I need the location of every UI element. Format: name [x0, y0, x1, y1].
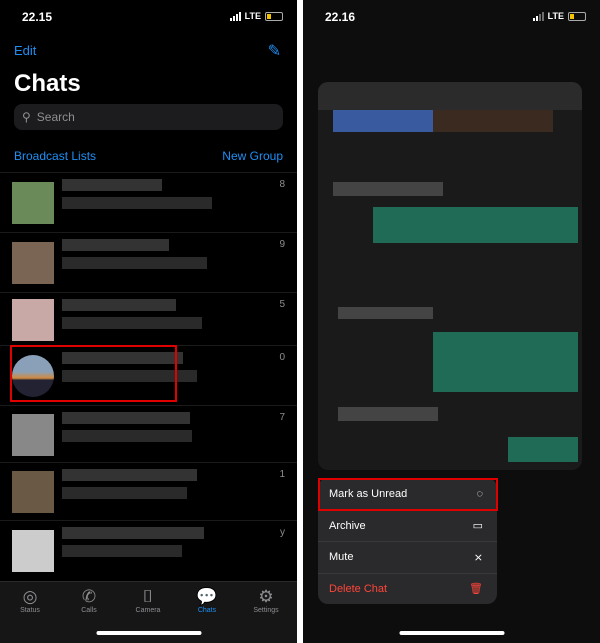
chat-preview-pixelated: [62, 430, 192, 442]
edit-button[interactable]: Edit: [14, 43, 36, 58]
avatar: [12, 530, 54, 572]
selection-highlight: [318, 478, 498, 511]
battery-icon: [568, 11, 586, 21]
chat-preview-pixelated: [62, 487, 187, 499]
menu-item-label: Delete Chat: [329, 582, 388, 595]
tab-bar: ◎ Status ✆ Calls ⌷ Camera 💬 Chats ⚙ Settings: [0, 581, 297, 643]
status-icons: LTE: [229, 11, 283, 21]
tab-calls[interactable]: ✆ Calls: [64, 587, 114, 614]
menu-item-mute[interactable]: Mute ⨯: [318, 541, 497, 573]
page-title: Chats: [14, 70, 81, 97]
menu-item-label: Mute: [329, 551, 354, 564]
chat-name-pixelated: [62, 179, 162, 191]
battery-icon: [265, 11, 283, 21]
chat-timestamp: 0: [279, 352, 285, 363]
tab-camera[interactable]: ⌷ Camera: [123, 587, 173, 614]
new-group-link[interactable]: New Group: [222, 149, 283, 163]
avatar: [12, 182, 54, 224]
home-indicator: [399, 631, 504, 635]
selection-highlight: [10, 345, 177, 402]
signal-icon: [229, 11, 241, 21]
tab-chats[interactable]: 💬 Chats: [182, 587, 232, 614]
mute-icon: ⨯: [473, 551, 483, 564]
status-time: 22.16: [325, 10, 356, 24]
avatar: [12, 242, 54, 284]
gear-icon: ⚙: [258, 587, 274, 606]
right-phone-screen: 22.16 LTE Mark as Unread ◌ Archive ▭ Mute ⨯ De…: [303, 0, 600, 643]
search-icon: ⚲: [22, 110, 31, 124]
chat-timestamp: 7: [279, 412, 285, 423]
tab-label: Camera: [135, 607, 161, 614]
network-label: LTE: [547, 11, 564, 21]
search-placeholder: Search: [36, 110, 75, 124]
menu-item-label: Archive: [329, 519, 366, 532]
menu-item-archive[interactable]: Archive ▭: [318, 509, 497, 542]
chat-name-pixelated: [62, 412, 190, 424]
chat-name-pixelated: [62, 299, 176, 311]
left-phone-screen: 22.15 LTE Edit ✎ Chats ⚲ Search Broadcast…: [0, 0, 297, 643]
tab-label: Settings: [253, 607, 279, 614]
avatar: [12, 413, 54, 456]
chat-timestamp: 1: [279, 469, 285, 480]
chat-preview: [318, 82, 582, 470]
status-time: 22.15: [22, 10, 53, 24]
chat-timestamp: 5: [279, 299, 285, 310]
avatar: [12, 298, 54, 341]
chat-timestamp: y: [280, 527, 285, 538]
tab-label: Calls: [81, 607, 97, 614]
phone-icon: ✆: [81, 587, 97, 606]
trash-icon: 🗑: [469, 583, 483, 596]
avatar: [12, 471, 54, 513]
search-input[interactable]: ⚲ Search: [14, 104, 283, 130]
chat-name-pixelated: [62, 469, 197, 481]
chat-row[interactable]: 9: [0, 232, 297, 292]
tab-label: Chats: [197, 607, 217, 614]
camera-icon: ⌷: [142, 587, 154, 606]
chat-preview-pixelated: [62, 545, 182, 557]
chat-preview-pixelated: [62, 317, 202, 329]
chat-row[interactable]: 8: [0, 172, 297, 232]
broadcast-lists-link[interactable]: Broadcast Lists: [14, 149, 96, 163]
tab-status[interactable]: ◎ Status: [5, 587, 55, 614]
status-icon: ◎: [22, 587, 38, 606]
signal-icon: [532, 11, 544, 21]
menu-item-delete-chat[interactable]: Delete Chat 🗑: [318, 572, 497, 605]
tab-settings[interactable]: ⚙ Settings: [241, 587, 291, 614]
chat-name-pixelated: [62, 239, 169, 251]
network-label: LTE: [244, 11, 261, 21]
tab-label: Status: [20, 607, 40, 614]
home-indicator: [96, 631, 201, 635]
compose-icon[interactable]: ✎: [268, 41, 281, 61]
chats-icon: 💬: [196, 587, 218, 606]
archive-icon: ▭: [472, 520, 483, 533]
chat-preview-pixelated: [62, 257, 207, 269]
chat-row[interactable]: y: [0, 520, 297, 580]
chat-timestamp: 9: [279, 239, 285, 250]
chat-name-pixelated: [62, 527, 204, 539]
status-icons: LTE: [532, 11, 586, 21]
chat-row[interactable]: 1: [0, 462, 297, 520]
chat-preview-pixelated: [62, 197, 212, 209]
chat-row[interactable]: 7: [0, 405, 297, 462]
chat-timestamp: 8: [279, 179, 285, 190]
chat-row[interactable]: 5: [0, 292, 297, 345]
